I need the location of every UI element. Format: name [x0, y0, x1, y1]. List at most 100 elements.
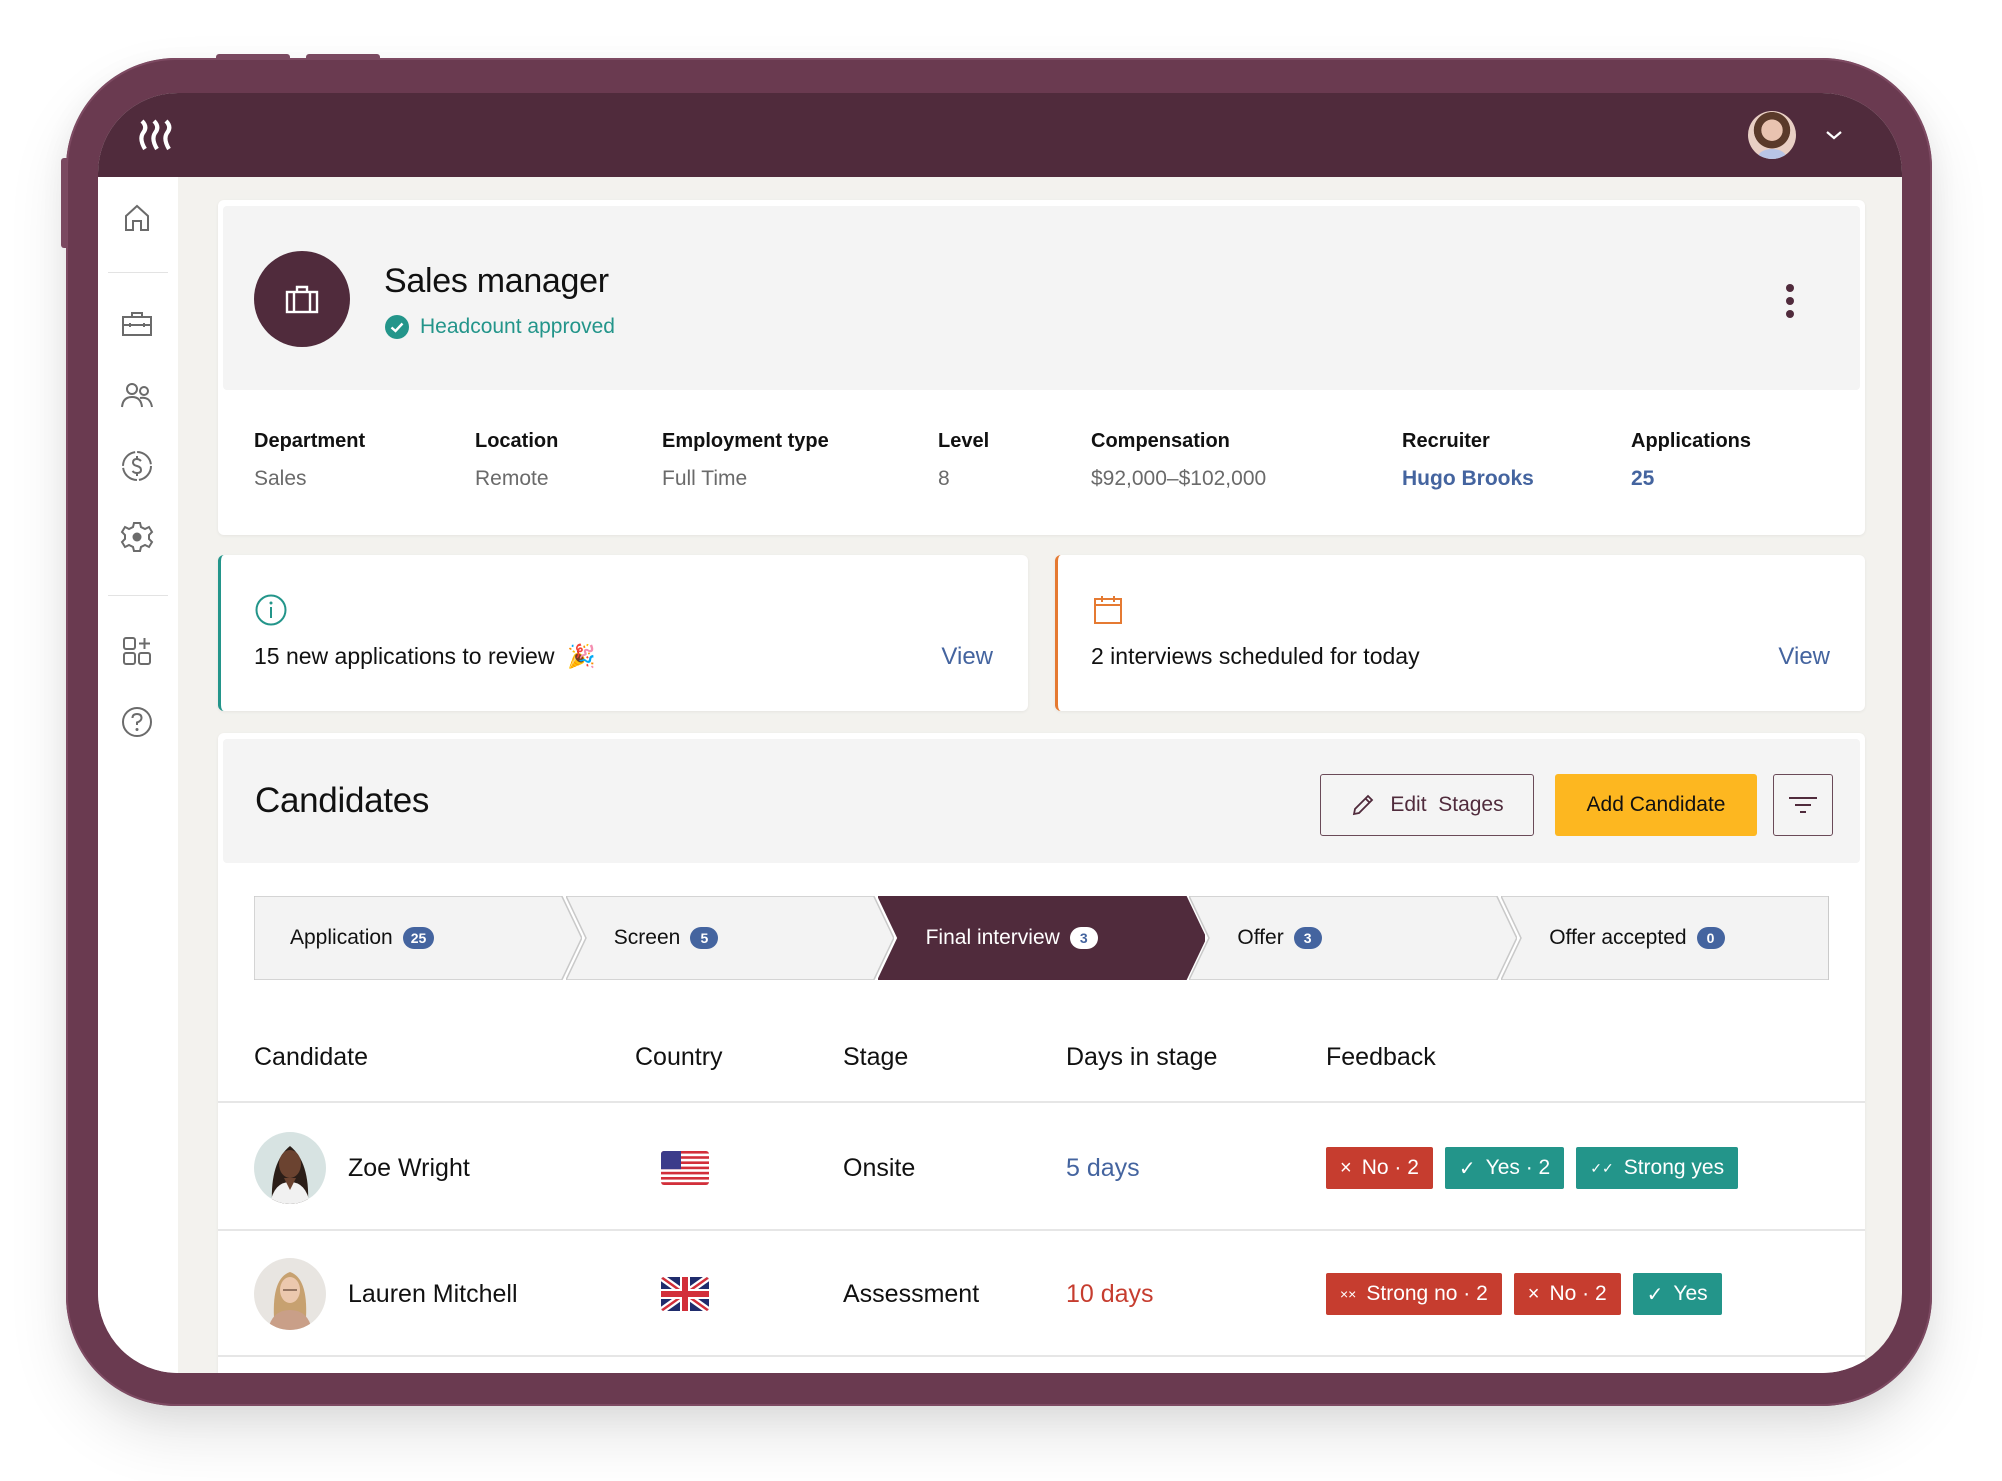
- meta-level: Level 8: [938, 430, 989, 491]
- view-interviews-link[interactable]: View: [1778, 643, 1830, 671]
- sidebar-item-help[interactable]: [118, 703, 156, 741]
- feedback-label: Strong yes: [1623, 1156, 1725, 1179]
- sidebar-item-payroll[interactable]: [118, 447, 156, 485]
- device-button: [306, 54, 380, 60]
- page-title: Sales manager: [384, 262, 609, 300]
- avatar: [254, 1258, 326, 1330]
- stage-label: Offer accepted 0: [1549, 896, 1725, 980]
- new-applications-notice: 15 new applications to review 🎉 View: [218, 555, 1028, 711]
- column-header[interactable]: Stage: [843, 1043, 908, 1072]
- stage-label: Application 25: [290, 896, 435, 980]
- sidebar-item-home[interactable]: [118, 199, 156, 237]
- meta-employment-type: Employment type Full Time: [662, 430, 829, 491]
- column-header[interactable]: Days in stage: [1066, 1043, 1217, 1072]
- stage-tab-offer[interactable]: Offer 3: [1189, 896, 1518, 980]
- gear-icon: [120, 522, 154, 552]
- feedback-tag-positive[interactable]: ✓✓ Strong yes: [1576, 1147, 1739, 1189]
- table-header: Candidate Country Stage Days in stage Fe…: [218, 1003, 1865, 1103]
- feedback-label: No · 2: [1549, 1282, 1607, 1305]
- user-avatar[interactable]: [1748, 111, 1796, 159]
- feedback-tag-negative[interactable]: ×× Strong no · 2: [1326, 1273, 1502, 1315]
- filter-button[interactable]: [1773, 774, 1833, 836]
- stage-count-badge: 3: [1069, 927, 1098, 949]
- view-applications-link[interactable]: View: [941, 643, 993, 671]
- sidebar-item-settings[interactable]: [118, 518, 156, 556]
- top-bar: [98, 93, 1902, 177]
- stage-name: Screen: [613, 926, 681, 949]
- job-summary-card: Sales manager Headcount approved Departm…: [218, 200, 1865, 535]
- brand-logo[interactable]: [138, 119, 178, 151]
- meta-applications: Applications 25: [1631, 430, 1751, 491]
- applications-link[interactable]: 25: [1631, 467, 1751, 491]
- stage-name: Final interview: [925, 926, 1060, 949]
- candidate-name[interactable]: Zoe Wright: [348, 1154, 470, 1183]
- table-row[interactable]: Zoe Wright Onsite 5 days × No · 2 ✓ Yes · 2…: [218, 1105, 1865, 1231]
- feedback-tag-positive[interactable]: ✓ Yes: [1632, 1273, 1722, 1315]
- sidebar-item-jobs[interactable]: [118, 305, 156, 343]
- candidate-name[interactable]: Lauren Mitchell: [348, 1280, 518, 1309]
- column-header[interactable]: Country: [635, 1043, 723, 1072]
- add-candidate-button[interactable]: Add Candidate: [1555, 774, 1757, 836]
- stage-name: Application: [290, 926, 393, 949]
- stage-count-badge: 5: [690, 927, 719, 949]
- stage-tab-screen[interactable]: Screen 5: [565, 896, 894, 980]
- meta-label: Department: [254, 430, 366, 452]
- column-header[interactable]: Candidate: [254, 1043, 368, 1072]
- days-in-stage: 5 days: [1066, 1153, 1140, 1182]
- feedback-tags: ×× Strong no · 2 × No · 2 ✓ Yes: [1326, 1273, 1722, 1315]
- feedback-label: Strong no · 2: [1366, 1282, 1488, 1305]
- meta-value: Sales: [254, 467, 307, 490]
- briefcase-icon: [285, 285, 319, 314]
- meta-value: Full Time: [662, 467, 748, 490]
- candidates-card: Candidates Edit Stages Add Candidate App…: [218, 733, 1865, 1373]
- job-avatar: [254, 251, 350, 347]
- recruiter-link[interactable]: Hugo Brooks: [1402, 467, 1534, 491]
- country-cell: [661, 1231, 709, 1357]
- meta-location: Location Remote: [475, 430, 558, 491]
- dollar-icon: [122, 451, 152, 481]
- stage-tab-offer-accepted[interactable]: Offer accepted 0: [1501, 896, 1829, 980]
- check-icon: ✓✓: [1590, 1159, 1614, 1176]
- more-options-button[interactable]: [1780, 284, 1800, 318]
- stage-tab-final-interview[interactable]: Final interview 3: [877, 896, 1206, 980]
- job-header: Sales manager Headcount approved: [223, 206, 1860, 390]
- stage-cell: Assessment: [843, 1279, 980, 1308]
- sidebar-item-apps[interactable]: [118, 632, 156, 670]
- feedback-tag-positive[interactable]: ✓ Yes · 2: [1444, 1147, 1565, 1189]
- meta-label: Compensation: [1091, 430, 1230, 452]
- device-button: [61, 158, 67, 248]
- avatar: [254, 1132, 326, 1204]
- chevron-down-icon[interactable]: [1822, 123, 1846, 147]
- edit-stages-label: Edit Stages: [1390, 793, 1504, 816]
- sidebar: [98, 177, 178, 1373]
- sidebar-item-people[interactable]: [118, 376, 156, 414]
- stage-count-badge: 3: [1293, 927, 1322, 949]
- stage-name: Offer: [1237, 926, 1284, 949]
- stage-label: Screen 5: [614, 896, 719, 980]
- feedback-label: Yes · 2: [1485, 1156, 1551, 1179]
- table-row[interactable]: Lauren Mitchell Assessment 10 days ×× Str…: [218, 1231, 1865, 1357]
- feedback-label: Yes: [1673, 1282, 1708, 1305]
- edit-stages-button[interactable]: Edit Stages: [1320, 774, 1534, 836]
- notice-text: 15 new applications to review 🎉: [254, 643, 596, 669]
- check-circle-icon: [385, 315, 409, 339]
- candidate-cell: Zoe Wright: [254, 1105, 470, 1231]
- meta-recruiter: Recruiter Hugo Brooks: [1402, 430, 1534, 491]
- sidebar-divider: [108, 595, 168, 596]
- device-button: [216, 54, 290, 60]
- stage-name: Offer accepted: [1549, 926, 1687, 949]
- filter-icon: [1789, 797, 1817, 813]
- feedback-tag-negative[interactable]: × No · 2: [1326, 1147, 1433, 1189]
- pipeline-stages: Application 25 Screen 5 Final interview 3 Offe…: [254, 896, 1829, 980]
- column-header[interactable]: Feedback: [1326, 1043, 1436, 1072]
- meta-label: Recruiter: [1402, 430, 1490, 452]
- section-title: Candidates: [255, 781, 430, 820]
- people-icon: [121, 383, 153, 408]
- status-text: Headcount approved: [420, 315, 615, 338]
- add-apps-icon: [123, 637, 151, 665]
- feedback-tag-negative[interactable]: × No · 2: [1513, 1273, 1621, 1315]
- candidates-header: Candidates Edit Stages Add Candidate: [223, 739, 1860, 863]
- feedback-cell: ×× Strong no · 2 × No · 2 ✓ Yes: [1326, 1231, 1722, 1357]
- stage-count-badge: 0: [1696, 927, 1725, 949]
- stage-tab-application[interactable]: Application 25: [254, 896, 582, 980]
